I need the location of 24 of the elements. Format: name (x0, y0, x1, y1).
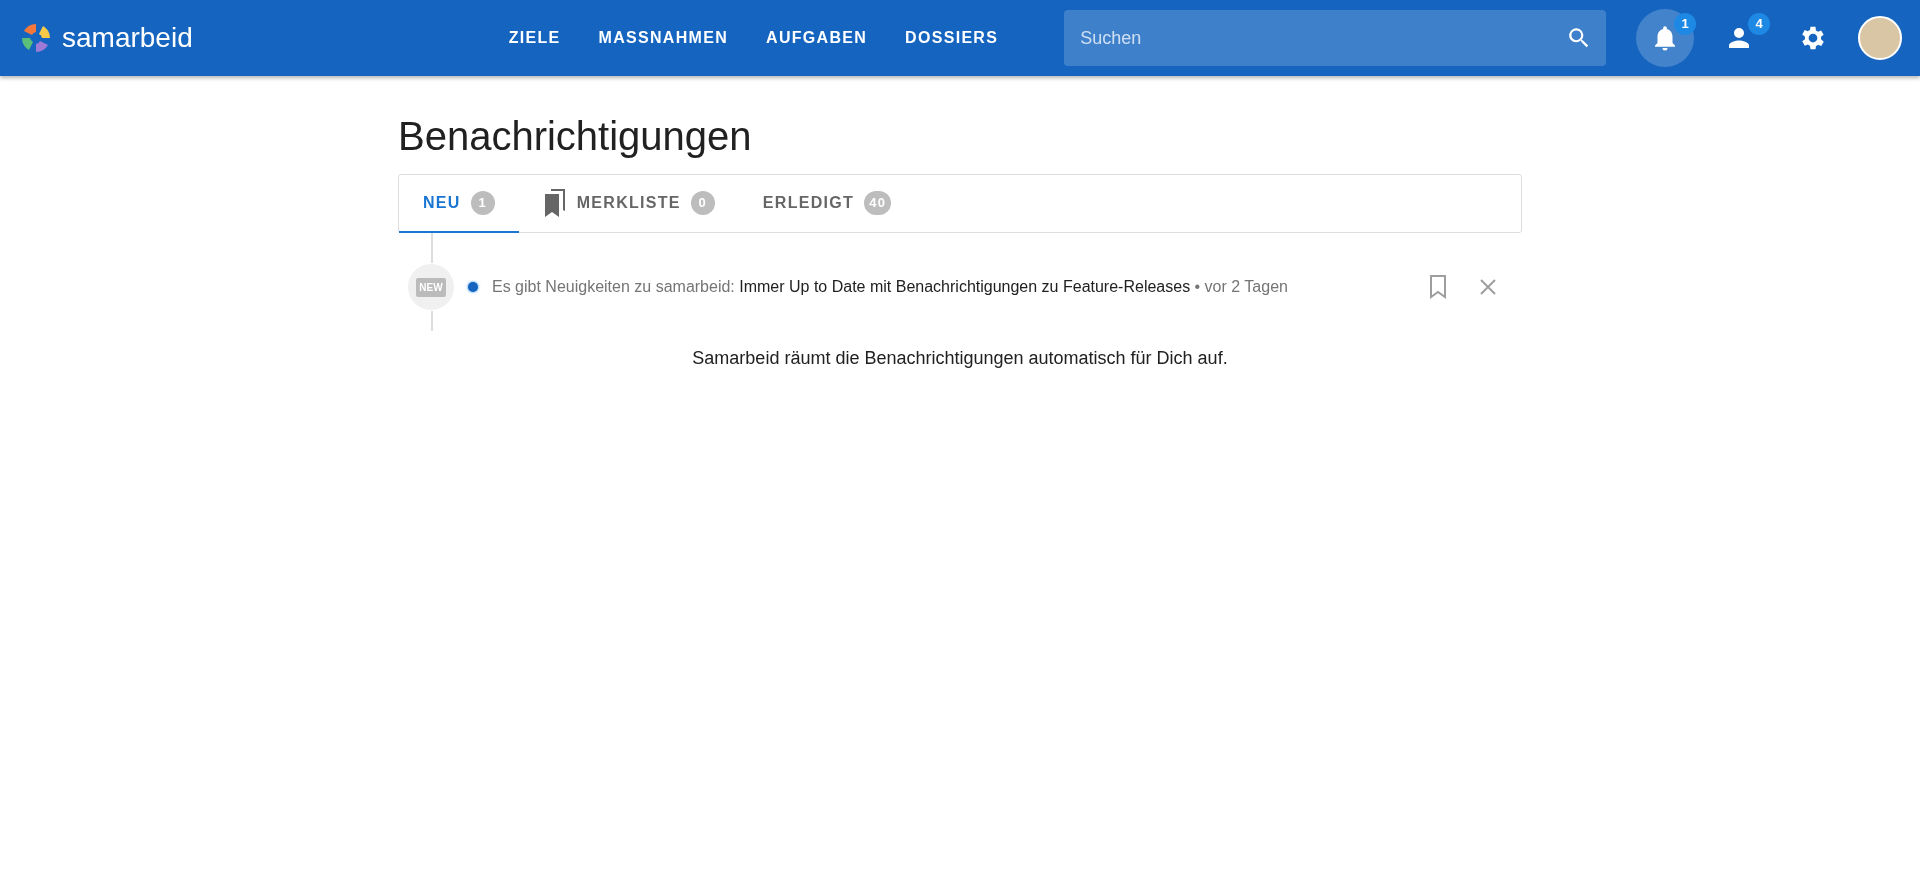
page-title: Benachrichtigungen (398, 113, 753, 160)
app-name[interactable]: samarbeid (62, 17, 193, 59)
nav-link[interactable]: ZIELE (489, 18, 580, 58)
count-badge: 40 (864, 191, 892, 215)
nav-link[interactable]: MASSNAHMEN (579, 18, 748, 58)
tab[interactable]: ERLEDIGT 40 (738, 175, 916, 233)
tab-label: ERLEDIGT (762, 193, 855, 213)
bookmarks-icon (542, 189, 567, 217)
person-button[interactable]: 4 (1710, 9, 1768, 67)
nav-link[interactable]: DOSSIERS (886, 18, 1018, 58)
tab[interactable]: NEU 1 (399, 175, 519, 233)
tab-label: MERKLISTE (576, 193, 681, 213)
avatar[interactable] (1858, 16, 1902, 60)
tab[interactable]: MERKLISTE 0 (518, 175, 739, 233)
count-badge: 0 (690, 191, 715, 215)
nav-link[interactable]: AUFGABEN (747, 18, 887, 58)
count-badge: 4 (1748, 13, 1770, 35)
tab-label: NEU (423, 193, 461, 213)
count-badge: 1 (470, 191, 495, 215)
notification-text[interactable]: Es gibt Neuigkeiten zu samarbeid: Immer Up to Date mit Benachrichtigungen zu Feature-Releases • vor 2 Tagen (492, 275, 1422, 299)
info-text: Samarbeid räumt die Benachrichtigungen automatisch für Dich auf. (691, 347, 1229, 370)
new-label: NEW (416, 277, 446, 297)
count-badge: 1 (1674, 13, 1696, 35)
bell-button[interactable]: 1 (1636, 9, 1694, 67)
